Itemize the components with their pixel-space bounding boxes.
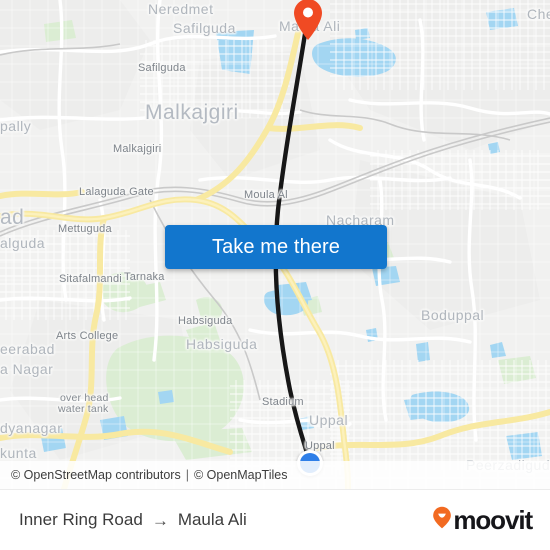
openmaptiles-attribution-link[interactable]: © OpenMapTiles xyxy=(194,468,288,482)
map-attribution: © OpenStreetMap contributors | © OpenMap… xyxy=(0,461,550,489)
osm-attribution-link[interactable]: © OpenStreetMap contributors xyxy=(11,468,181,482)
footer-bar: Inner Ring Road → Maula Ali moovit xyxy=(0,489,550,550)
arrow-right-icon: → xyxy=(151,510,169,530)
moovit-map-screen: NeredmetSafilgudaChelMaula AliSafilgudaM… xyxy=(0,0,550,550)
route-title: Inner Ring Road → Maula Ali xyxy=(19,510,247,530)
origin-label: Inner Ring Road xyxy=(19,510,143,529)
moovit-logo[interactable]: moovit xyxy=(432,505,533,535)
moovit-pin-icon xyxy=(432,506,452,534)
take-me-there-button[interactable]: Take me there xyxy=(165,225,387,269)
moovit-wordmark: moovit xyxy=(453,505,533,535)
map-canvas[interactable]: NeredmetSafilgudaChelMaula AliSafilgudaM… xyxy=(0,0,550,489)
attribution-separator: | xyxy=(185,468,189,482)
destination-label: Maula Ali xyxy=(177,510,247,529)
